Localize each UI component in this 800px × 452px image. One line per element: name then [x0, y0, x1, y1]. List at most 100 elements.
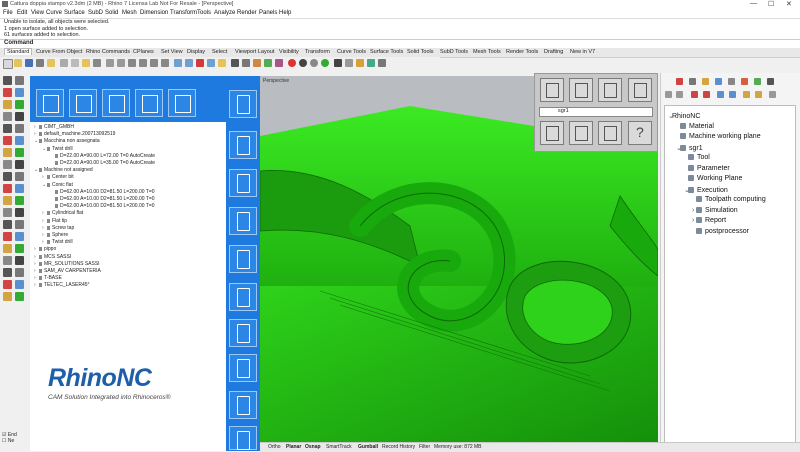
tool-tree-item[interactable]: › CIMT_GMBH — [34, 124, 74, 130]
left-tool-icon[interactable] — [3, 208, 12, 217]
rhinonc-tree-item[interactable]: › Simulation — [692, 206, 738, 214]
collapse-icon[interactable]: ⌄ — [34, 138, 38, 144]
tool-tree-item[interactable]: › SAM_AV CARPENTERIA — [34, 268, 101, 274]
expand-icon[interactable]: › — [42, 225, 46, 231]
simulate-button[interactable] — [569, 121, 593, 145]
panel-materials-icon[interactable] — [741, 78, 748, 85]
tool-tree-item[interactable]: D=62.00 A=10.00 D2=81.50 L=200.00 T=0 — [50, 196, 155, 202]
tool-holder-button[interactable] — [229, 131, 257, 159]
zoom-extents-icon[interactable] — [150, 59, 158, 67]
maximize-button[interactable]: ☐ — [768, 0, 774, 8]
plugin-icon[interactable] — [356, 59, 364, 67]
status-record-history[interactable]: Record History — [382, 444, 415, 450]
options-icon[interactable] — [334, 59, 342, 67]
render-icon[interactable] — [253, 59, 261, 67]
expand-icon[interactable]: › — [34, 124, 38, 130]
postprocess-button[interactable] — [598, 121, 622, 145]
operation-settings-button[interactable] — [598, 78, 622, 102]
sun-icon[interactable] — [310, 59, 318, 67]
tool-tree-item[interactable]: › TELTEC_LASER45° — [34, 282, 90, 288]
tree-delete-icon[interactable] — [691, 91, 698, 98]
color-circle-icon[interactable] — [288, 59, 296, 67]
left-tool-icon[interactable] — [3, 280, 12, 289]
rhinonc-tree-item[interactable]: Machine working plane — [676, 133, 761, 140]
left-tool-icon[interactable] — [15, 136, 24, 145]
tab-render-tools[interactable]: Render Tools — [506, 49, 538, 55]
tab-curve-from-object[interactable]: Curve From Object — [36, 49, 82, 55]
menu-mesh[interactable]: Mesh — [122, 10, 137, 16]
cplane-icon[interactable] — [185, 59, 193, 67]
left-tool-icon[interactable] — [15, 184, 24, 193]
tab-select[interactable]: Select — [212, 49, 227, 55]
operation-list-button[interactable] — [569, 78, 593, 102]
menu-render[interactable]: Render — [237, 10, 257, 16]
tool-sort-button[interactable] — [69, 89, 97, 117]
expand-icon[interactable]: › — [34, 282, 38, 288]
rhinonc-tree-item[interactable]: Material — [676, 122, 714, 130]
expand-icon[interactable]: › — [42, 174, 46, 180]
panel-help-icon[interactable] — [728, 78, 735, 85]
tab-solid-tools[interactable]: Solid Tools — [407, 49, 434, 55]
left-tool-icon[interactable] — [3, 172, 12, 181]
tree-stop-icon[interactable] — [703, 91, 710, 98]
tool-tree-item[interactable]: › Center bit — [42, 174, 74, 180]
tool-edit-button[interactable] — [229, 207, 257, 235]
expand-icon[interactable]: › — [42, 210, 46, 216]
left-tool-icon[interactable] — [15, 172, 24, 181]
left-tool-icon[interactable] — [3, 244, 12, 253]
left-tool-icon[interactable] — [15, 232, 24, 241]
left-tool-icon[interactable] — [15, 112, 24, 121]
open-icon[interactable] — [14, 59, 22, 67]
left-tool-icon[interactable] — [3, 136, 12, 145]
tab-standard[interactable]: Standard — [4, 48, 33, 55]
new-file-icon[interactable] — [3, 59, 13, 69]
menu-surface[interactable]: Surface — [64, 10, 85, 16]
tool-add-button[interactable] — [229, 169, 257, 197]
undo-icon[interactable] — [93, 59, 101, 67]
tool-exit-button[interactable] — [229, 426, 257, 450]
material-icon[interactable] — [264, 59, 272, 67]
panel-rhinonc-icon[interactable] — [767, 78, 774, 85]
status-filter[interactable]: Filter — [419, 444, 430, 450]
left-tool-icon[interactable] — [15, 292, 24, 301]
tool-tree-item[interactable]: › Cylindrical flat — [42, 210, 83, 216]
tool-filter-button[interactable] — [36, 89, 64, 117]
left-tool-icon[interactable] — [3, 220, 12, 229]
expand-icon[interactable]: › — [34, 275, 38, 281]
tab-surface-tools[interactable]: Surface Tools — [370, 49, 403, 55]
tool-tree-item[interactable]: ⌄ Macchina non assegnata — [34, 138, 100, 144]
rhinonc-tree-item[interactable]: › Report — [692, 217, 726, 224]
tool-tree-item[interactable]: ⌄ Conic flat — [42, 182, 73, 188]
tool-tree-item[interactable]: › MCS SASSI — [34, 254, 71, 260]
rhinonc-tree-item[interactable]: ⌄ sgr1 — [676, 144, 703, 152]
tool-view-button[interactable] — [229, 90, 257, 118]
tab-display[interactable]: Display — [187, 49, 205, 55]
tab-visibility[interactable]: Visibility — [279, 49, 299, 55]
import-icon[interactable] — [47, 59, 55, 67]
osnap-near-checkbox[interactable]: ☐ Ne — [0, 438, 30, 444]
green-circle-icon[interactable] — [321, 59, 329, 67]
left-tool-icon[interactable] — [15, 268, 24, 277]
expand-icon[interactable]: › — [34, 261, 38, 267]
panel-properties-icon[interactable] — [676, 78, 683, 85]
wireframe-icon[interactable] — [242, 59, 250, 67]
gear-icon[interactable] — [345, 59, 353, 67]
pan-icon[interactable] — [106, 59, 114, 67]
left-tool-icon[interactable] — [3, 196, 12, 205]
left-tool-icon[interactable] — [3, 76, 12, 85]
left-tool-icon[interactable] — [15, 196, 24, 205]
expand-icon[interactable]: › — [42, 218, 46, 224]
tool-tree-item[interactable]: ⌄ Machine not assigned — [34, 167, 93, 173]
panel-environment-icon[interactable] — [754, 78, 761, 85]
rhinonc-tree-item[interactable]: postprocessor — [692, 227, 749, 235]
menu-help[interactable]: Help — [279, 10, 291, 16]
help-icon[interactable] — [367, 59, 375, 67]
tab-transform[interactable]: Transform — [305, 49, 330, 55]
light-icon[interactable] — [218, 59, 226, 67]
tab-rhino-commands[interactable]: Rhino Commands — [86, 49, 130, 55]
tool-tree-item[interactable]: › Twist drill — [42, 239, 73, 245]
status-smarttrack[interactable]: SmartTrack — [326, 444, 352, 450]
tab-subd-tools[interactable]: SubD Tools — [440, 49, 468, 55]
add-operation-button[interactable] — [540, 78, 564, 102]
sphere-icon[interactable] — [299, 59, 307, 67]
